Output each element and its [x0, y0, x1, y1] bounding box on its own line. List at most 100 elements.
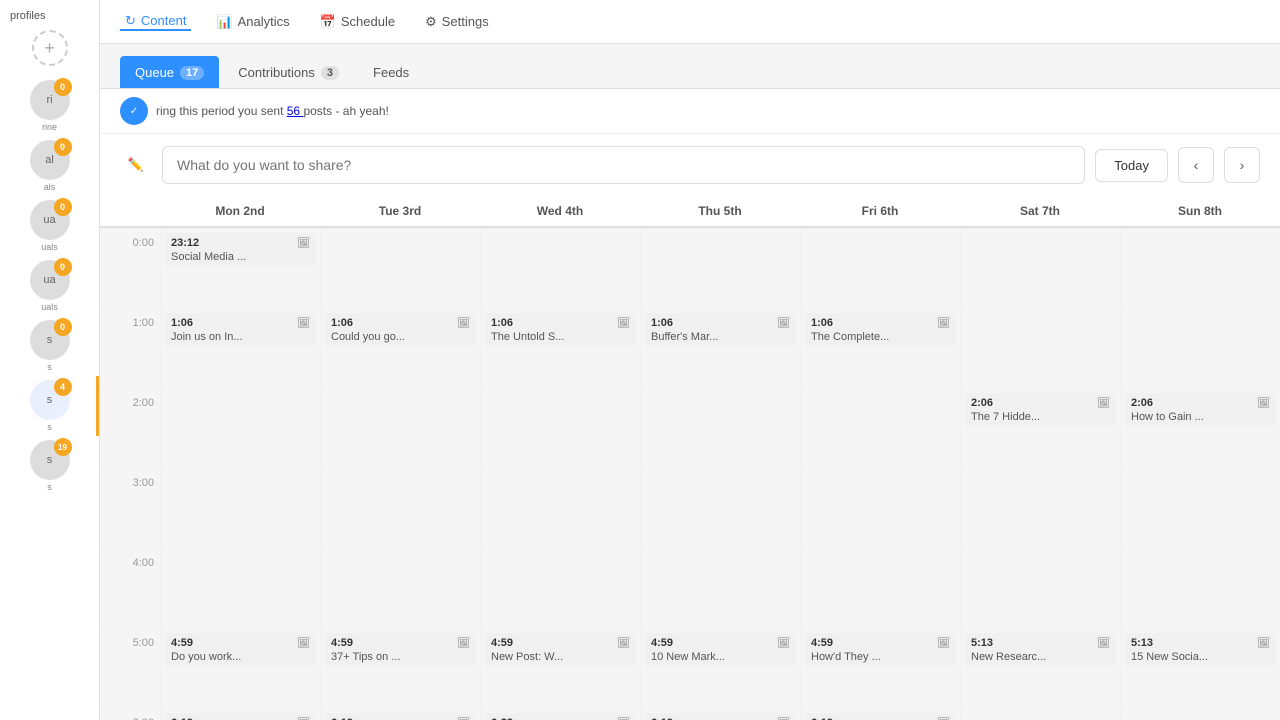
cell-0-thu[interactable]: [640, 228, 800, 308]
sidebar-item-s1[interactable]: s 0 s: [0, 316, 99, 376]
cell-3-mon[interactable]: [160, 468, 320, 548]
sidebar-item-rine[interactable]: ri 0 rine: [0, 76, 99, 136]
cell-1-fri[interactable]: 1:06 🖼 The Complete...: [800, 308, 960, 388]
cell-6-sun[interactable]: [1120, 708, 1280, 720]
cell-4-fri[interactable]: [800, 548, 960, 628]
cell-2-mon[interactable]: [160, 388, 320, 468]
cell-0-mon[interactable]: 23:12 🖼 Social Media ...: [160, 228, 320, 308]
event-2-sun[interactable]: 2:06 🖼 How to Gain ...: [1125, 393, 1276, 427]
event-1-wed[interactable]: 1:06 🖼 The Untold S...: [485, 313, 636, 347]
edit-icon[interactable]: ✏️: [120, 149, 152, 181]
cell-2-wed[interactable]: [480, 388, 640, 468]
cell-3-fri[interactable]: [800, 468, 960, 548]
cell-5-sat[interactable]: 5:13 🖼 New Researc...: [960, 628, 1120, 708]
next-week-button[interactable]: ›: [1224, 147, 1260, 183]
cell-0-fri[interactable]: [800, 228, 960, 308]
calendar-wrapper[interactable]: Mon 2nd Tue 3rd Wed 4th Thu 5th Fri 6th …: [100, 196, 1280, 720]
nav-analytics[interactable]: 📊 Analytics: [211, 14, 294, 30]
nav-settings[interactable]: ⚙ Settings: [420, 14, 494, 30]
event-5-tue[interactable]: 4:59 🖼 37+ Tips on ...: [325, 633, 476, 667]
cell-1-sat[interactable]: [960, 308, 1120, 388]
cell-2-thu[interactable]: [640, 388, 800, 468]
cell-3-sun[interactable]: [1120, 468, 1280, 548]
cell-3-thu[interactable]: [640, 468, 800, 548]
sidebar-label-rine: rine: [42, 122, 57, 132]
event-5-fri[interactable]: 4:59 🖼 How'd They ...: [805, 633, 956, 667]
cell-1-wed[interactable]: 1:06 🖼 The Untold S...: [480, 308, 640, 388]
event-6-wed[interactable]: 6:23 🖼: [485, 713, 636, 720]
sidebar-item-uals2[interactable]: ua 0 uals: [0, 256, 99, 316]
event-6-mon[interactable]: 6:19 🖼: [165, 713, 316, 720]
event-5-wed[interactable]: 4:59 🖼 New Post: W...: [485, 633, 636, 667]
image-icon: 🖼: [617, 318, 630, 329]
sidebar-item-s2[interactable]: s 4 s: [0, 376, 99, 436]
cell-4-tue[interactable]: [320, 548, 480, 628]
badge-uals1: 0: [54, 198, 72, 216]
cell-4-mon[interactable]: [160, 548, 320, 628]
event-5-thu[interactable]: 4:59 🖼 10 New Mark...: [645, 633, 796, 667]
top-nav: ↻ Content 📊 Analytics 📅 Schedule ⚙ Setti…: [100, 0, 1280, 44]
cell-1-mon[interactable]: 1:06 🖼 Join us on In...: [160, 308, 320, 388]
event-1-tue[interactable]: 1:06 🖼 Could you go...: [325, 313, 476, 347]
cell-3-sat[interactable]: [960, 468, 1120, 548]
cell-5-thu[interactable]: 4:59 🖼 10 New Mark...: [640, 628, 800, 708]
cell-2-fri[interactable]: [800, 388, 960, 468]
event-5-sat[interactable]: 5:13 🖼 New Researc...: [965, 633, 1116, 667]
event-6-fri[interactable]: 6:19 🖼: [805, 713, 956, 720]
cell-0-sat[interactable]: [960, 228, 1120, 308]
cell-6-thu[interactable]: 6:19 🖼: [640, 708, 800, 720]
tab-contributions[interactable]: Contributions 3: [223, 56, 354, 88]
cell-5-wed[interactable]: 4:59 🖼 New Post: W...: [480, 628, 640, 708]
event-1-mon[interactable]: 1:06 🖼 Join us on In...: [165, 313, 316, 347]
info-count-link[interactable]: 56: [287, 104, 304, 118]
cell-4-wed[interactable]: [480, 548, 640, 628]
cell-0-sun[interactable]: [1120, 228, 1280, 308]
sidebar-item-als1[interactable]: al 0 als: [0, 136, 99, 196]
nav-content[interactable]: ↻ Content: [120, 13, 191, 31]
info-bar: ✓ ring this period you sent 56 posts - a…: [100, 89, 1280, 134]
event-6-thu[interactable]: 6:19 🖼: [645, 713, 796, 720]
tab-feeds[interactable]: Feeds: [358, 56, 424, 88]
add-profile-button[interactable]: +: [32, 30, 68, 66]
nav-schedule[interactable]: 📅 Schedule: [315, 14, 400, 30]
event-1-thu[interactable]: 1:06 🖼 Buffer's Mar...: [645, 313, 796, 347]
event-6-tue[interactable]: 6:19 🖼: [325, 713, 476, 720]
cell-2-tue[interactable]: [320, 388, 480, 468]
cell-6-fri[interactable]: 6:19 🖼: [800, 708, 960, 720]
sidebar-item-s3[interactable]: s 19 s: [0, 436, 99, 496]
tab-queue[interactable]: Queue 17: [120, 56, 219, 88]
cell-0-wed[interactable]: [480, 228, 640, 308]
cell-3-tue[interactable]: [320, 468, 480, 548]
image-icon: 🖼: [1257, 638, 1270, 649]
cell-5-fri[interactable]: 4:59 🖼 How'd They ...: [800, 628, 960, 708]
sidebar-item-uals1[interactable]: ua 0 uals: [0, 196, 99, 256]
cell-5-mon[interactable]: 4:59 🖼 Do you work...: [160, 628, 320, 708]
cell-2-sat[interactable]: 2:06 🖼 The 7 Hidde...: [960, 388, 1120, 468]
cell-5-tue[interactable]: 4:59 🖼 37+ Tips on ...: [320, 628, 480, 708]
prev-week-button[interactable]: ‹: [1178, 147, 1214, 183]
cell-4-sun[interactable]: [1120, 548, 1280, 628]
cell-0-tue[interactable]: [320, 228, 480, 308]
image-icon: 🖼: [937, 318, 950, 329]
event-0-mon[interactable]: 23:12 🖼 Social Media ...: [165, 233, 316, 267]
cell-1-thu[interactable]: 1:06 🖼 Buffer's Mar...: [640, 308, 800, 388]
cell-6-mon[interactable]: 6:19 🖼: [160, 708, 320, 720]
event-2-sat[interactable]: 2:06 🖼 The 7 Hidde...: [965, 393, 1116, 427]
cell-5-sun[interactable]: 5:13 🖼 15 New Socia...: [1120, 628, 1280, 708]
compose-input[interactable]: [162, 146, 1085, 184]
tab-contributions-label: Contributions: [238, 65, 315, 80]
cell-6-tue[interactable]: 6:19 🖼: [320, 708, 480, 720]
cell-6-sat[interactable]: [960, 708, 1120, 720]
event-5-mon[interactable]: 4:59 🖼 Do you work...: [165, 633, 316, 667]
cell-1-sun[interactable]: [1120, 308, 1280, 388]
cell-2-sun[interactable]: 2:06 🖼 How to Gain ...: [1120, 388, 1280, 468]
cell-6-wed[interactable]: 6:23 🖼: [480, 708, 640, 720]
cell-1-tue[interactable]: 1:06 🖼 Could you go...: [320, 308, 480, 388]
today-button[interactable]: Today: [1095, 149, 1168, 182]
event-5-sun[interactable]: 5:13 🖼 15 New Socia...: [1125, 633, 1276, 667]
cell-3-wed[interactable]: [480, 468, 640, 548]
event-1-fri[interactable]: 1:06 🖼 The Complete...: [805, 313, 956, 347]
cell-4-thu[interactable]: [640, 548, 800, 628]
cell-4-sat[interactable]: [960, 548, 1120, 628]
info-text-after: posts - ah yeah!: [303, 104, 388, 118]
